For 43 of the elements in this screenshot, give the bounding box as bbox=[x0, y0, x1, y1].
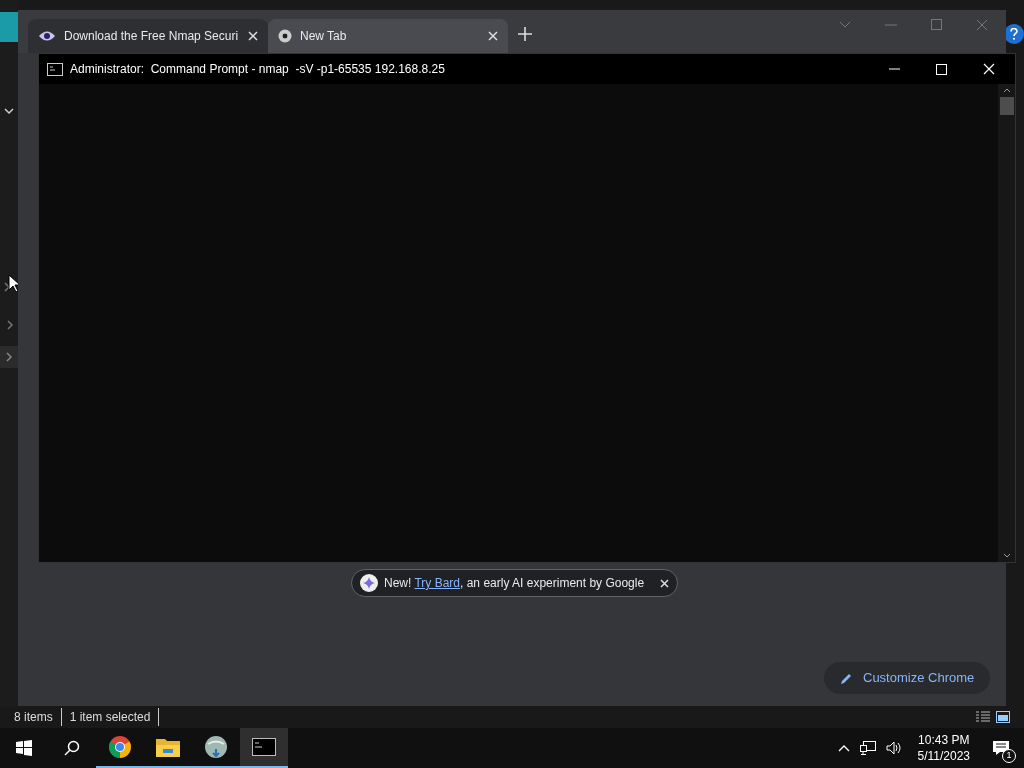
details-view-icon[interactable] bbox=[976, 711, 990, 723]
new-tab-icon[interactable] bbox=[518, 26, 532, 41]
scroll-thumb[interactable] bbox=[999, 97, 1014, 115]
console-icon bbox=[47, 62, 63, 76]
notification-count: 1 bbox=[1002, 749, 1016, 763]
chevron-right-icon[interactable] bbox=[7, 320, 13, 330]
network-icon[interactable] bbox=[859, 741, 876, 755]
windows-icon[interactable] bbox=[16, 740, 32, 756]
link[interactable]: Try Bard bbox=[414, 576, 461, 590]
help-icon[interactable] bbox=[1004, 24, 1024, 44]
status-text: 1 item selected bbox=[60, 708, 160, 726]
chevron-up-icon[interactable] bbox=[837, 744, 850, 752]
customize-chrome-button[interactable]: Customize Chrome bbox=[824, 662, 991, 694]
tab-title: New Tab bbox=[300, 28, 348, 45]
cursor-icon bbox=[8, 274, 20, 293]
chrome-logo-icon bbox=[278, 29, 292, 43]
clock-time[interactable]: 10:43 PM bbox=[918, 732, 970, 748]
search-icon[interactable] bbox=[64, 740, 80, 756]
chrome-logo-icon bbox=[108, 735, 132, 759]
tab-title: Download the Free Nmap Securi bbox=[64, 28, 240, 45]
speaker-icon[interactable] bbox=[885, 741, 902, 755]
eye-icon bbox=[38, 30, 56, 42]
folder-icon bbox=[156, 737, 180, 757]
window-title: Administrator: Command Prompt - nmap -sV -p1-65535 192.168.8.25 bbox=[70, 61, 445, 78]
tab-search-icon[interactable] bbox=[839, 21, 851, 28]
browser-tab[interactable]: New Tab bbox=[268, 19, 508, 53]
pencil-icon bbox=[840, 671, 853, 685]
preview-view-icon[interactable] bbox=[996, 711, 1010, 723]
sparkle-icon bbox=[360, 574, 378, 592]
console-icon bbox=[252, 738, 276, 756]
taskbar-app[interactable] bbox=[240, 728, 288, 768]
notification-icon[interactable] bbox=[992, 740, 1010, 756]
promo-text: New! Try Bard, an early AI experiment by Google bbox=[384, 575, 645, 592]
chevron-right-icon[interactable] bbox=[4, 282, 10, 292]
scrollbar[interactable] bbox=[998, 84, 1015, 562]
scroll-down-icon[interactable] bbox=[1002, 553, 1011, 558]
scroll-up-icon[interactable] bbox=[1002, 88, 1011, 93]
chevron-right-icon bbox=[6, 352, 12, 362]
chevron-down-icon[interactable] bbox=[4, 108, 14, 114]
browser-tab[interactable]: Download the Free Nmap Securi bbox=[28, 19, 268, 53]
accent-bar bbox=[0, 12, 18, 42]
status-text: 8 items bbox=[14, 709, 54, 726]
clock-date[interactable]: 5/11/2023 bbox=[917, 748, 970, 764]
